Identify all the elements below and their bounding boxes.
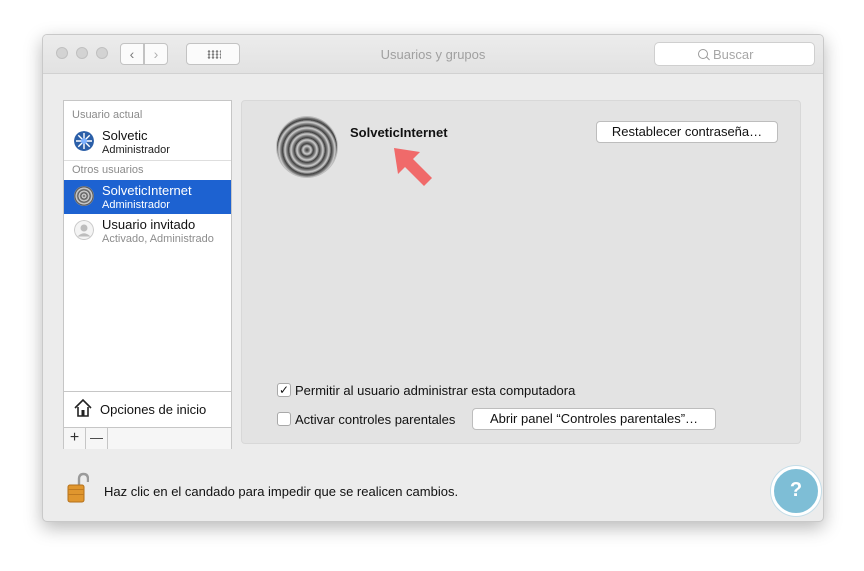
preferences-window: ‹ › Usuarios y grupos Buscar Usuario act…: [42, 34, 824, 522]
allow-admin-checkbox[interactable]: ✓: [277, 383, 291, 397]
user-role: Administrador: [102, 199, 170, 211]
remove-user-button[interactable]: —: [86, 428, 108, 449]
search-placeholder: Buscar: [713, 47, 754, 62]
user-name: Usuario invitado: [102, 217, 196, 232]
blue-star-avatar-icon: [74, 131, 94, 151]
user-detail-panel: SolveticInternet Restablecer contraseña……: [241, 100, 801, 444]
user-picture[interactable]: [277, 117, 337, 177]
add-user-button[interactable]: +: [64, 428, 86, 449]
person-avatar-icon: [74, 220, 94, 240]
users-sidebar: Usuario actual Solvetic Administrador Ot…: [63, 100, 232, 449]
user-role: Administrador: [102, 144, 170, 156]
search-icon: [698, 49, 708, 59]
spiral-avatar-icon: [74, 186, 94, 206]
user-name: SolveticInternet: [102, 183, 192, 198]
reset-password-button[interactable]: Restablecer contraseña…: [596, 121, 778, 143]
help-watermark-icon: ?: [771, 466, 821, 516]
house-icon: [74, 398, 92, 417]
section-other-users: Otros usuarios: [72, 164, 144, 176]
user-name: Solvetic: [102, 128, 148, 143]
section-current-user: Usuario actual: [72, 109, 143, 121]
parental-controls-label: Activar controles parentales: [295, 412, 456, 427]
padlock-icon[interactable]: [67, 472, 89, 504]
allow-admin-label: Permitir al usuario administrar esta com…: [295, 383, 576, 398]
user-item-guest[interactable]: Usuario invitado Activado, Administrado: [64, 214, 231, 248]
annotation-arrow-icon: [394, 148, 432, 186]
selected-user-name: SolveticInternet: [350, 125, 448, 140]
lock-message: Haz clic en el candado para impedir que …: [104, 484, 459, 499]
sidebar-toolbar: + —: [64, 427, 231, 449]
title-bar: ‹ › Usuarios y grupos Buscar: [43, 35, 823, 74]
login-options-label: Opciones de inicio: [100, 402, 207, 417]
open-parental-panel-button[interactable]: Abrir panel “Controles parentales”…: [472, 408, 716, 430]
parental-controls-checkbox[interactable]: [277, 412, 291, 426]
user-item-solveticinternet[interactable]: SolveticInternet Administrador: [64, 180, 231, 214]
search-field[interactable]: Buscar: [654, 42, 815, 66]
login-options-item[interactable]: Opciones de inicio: [64, 391, 231, 428]
divider: [64, 160, 231, 161]
user-role: Activado, Administrado: [102, 233, 214, 245]
user-item-solvetic[interactable]: Solvetic Administrador: [64, 125, 231, 159]
